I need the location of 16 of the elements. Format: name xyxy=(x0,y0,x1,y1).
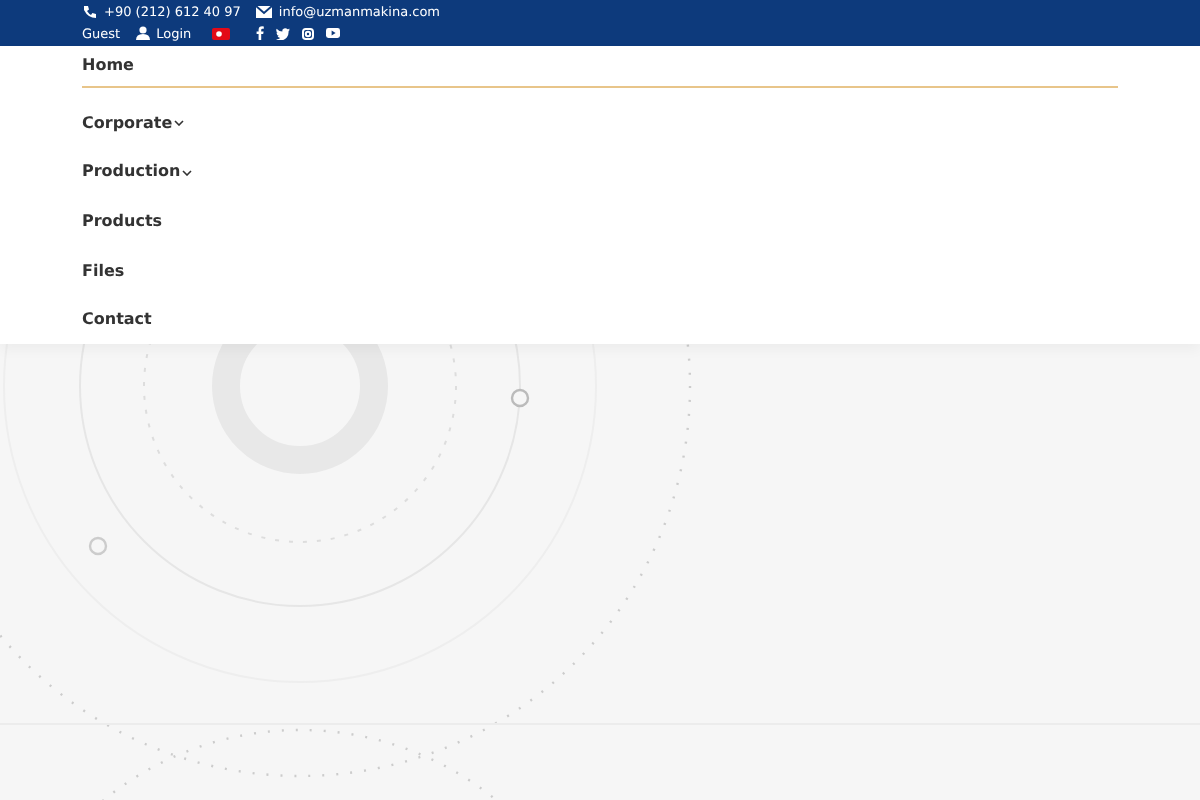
menu-item[interactable]: Home xyxy=(82,46,1118,88)
menu-item[interactable]: Corporate xyxy=(82,97,1118,147)
menu-item[interactable]: Contact xyxy=(82,294,1118,344)
menu-item[interactable]: Files xyxy=(82,245,1118,295)
phone-icon xyxy=(82,4,98,21)
flag-icon[interactable] xyxy=(211,27,230,40)
menu-item[interactable]: Production xyxy=(82,146,1118,197)
user-icon xyxy=(136,26,151,41)
twitter-icon[interactable] xyxy=(275,27,290,40)
menu-item[interactable]: Products xyxy=(82,196,1118,246)
youtube-icon[interactable] xyxy=(325,28,340,39)
chevron-icon xyxy=(174,120,185,127)
facebook-icon[interactable] xyxy=(255,26,264,41)
instagram-icon[interactable] xyxy=(301,27,314,40)
envelope-icon xyxy=(256,6,273,19)
chevron-icon xyxy=(182,169,193,176)
